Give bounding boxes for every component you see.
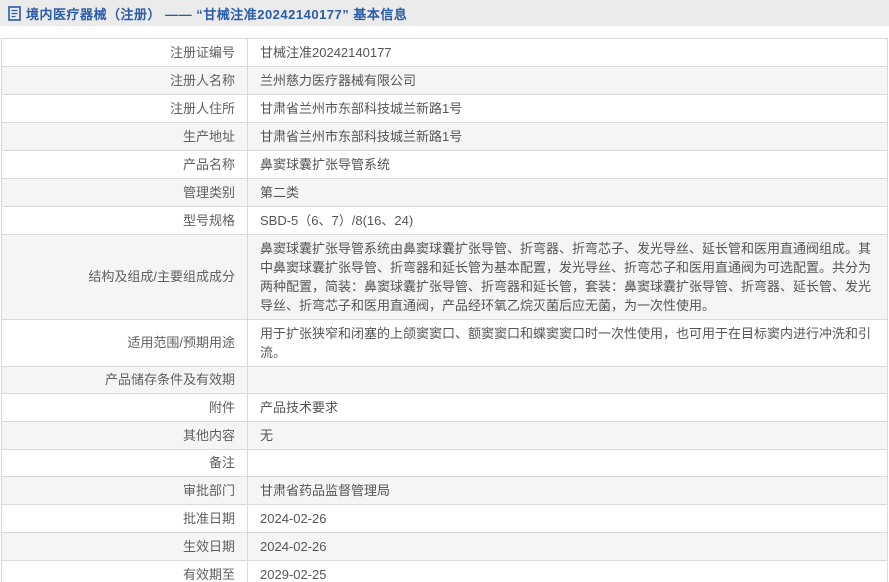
row-label: 有效期至	[2, 561, 248, 582]
row-label: 产品名称	[2, 151, 248, 179]
row-label: 生产地址	[2, 123, 248, 151]
table-row: 注册人住所 甘肃省兰州市东部科技城兰新路1号	[2, 95, 888, 123]
row-label: 适用范围/预期用途	[2, 320, 248, 367]
row-label: 注册人名称	[2, 67, 248, 95]
row-value: 2024-02-26	[248, 533, 888, 561]
row-value: 鼻窦球囊扩张导管系统由鼻窦球囊扩张导管、折弯器、折弯芯子、发光导丝、延长管和医用…	[248, 235, 888, 320]
row-label: 生效日期	[2, 533, 248, 561]
row-label: 审批部门	[2, 477, 248, 505]
row-value: 甘械注准20242140177	[248, 39, 888, 67]
table-row: 其他内容 无	[2, 422, 888, 450]
row-label: 备注	[2, 450, 248, 477]
row-value: 无	[248, 422, 888, 450]
table-row: 审批部门 甘肃省药品监督管理局	[2, 477, 888, 505]
row-value	[248, 367, 888, 394]
document-icon	[8, 6, 21, 21]
table-row: 结构及组成/主要组成成分 鼻窦球囊扩张导管系统由鼻窦球囊扩张导管、折弯器、折弯芯…	[2, 235, 888, 320]
row-label: 其他内容	[2, 422, 248, 450]
page-header: 境内医疗器械（注册） —— “甘械注准20242140177” 基本信息	[0, 0, 889, 26]
table-row: 型号规格 SBD-5（6、7）/8(16、24)	[2, 207, 888, 235]
page-title: 境内医疗器械（注册） —— “甘械注准20242140177” 基本信息	[26, 4, 407, 23]
row-value: 鼻窦球囊扩张导管系统	[248, 151, 888, 179]
table-row: 有效期至 2029-02-25	[2, 561, 888, 582]
row-label: 管理类别	[2, 179, 248, 207]
table-row: 产品名称 鼻窦球囊扩张导管系统	[2, 151, 888, 179]
table-row: 注册人名称 兰州慈力医疗器械有限公司	[2, 67, 888, 95]
row-label: 注册证编号	[2, 39, 248, 67]
row-label: 结构及组成/主要组成成分	[2, 235, 248, 320]
table-row: 备注	[2, 450, 888, 477]
row-label: 附件	[2, 394, 248, 422]
row-value: 产品技术要求	[248, 394, 888, 422]
row-value: 甘肃省兰州市东部科技城兰新路1号	[248, 123, 888, 151]
row-value	[248, 450, 888, 477]
table-row: 生效日期 2024-02-26	[2, 533, 888, 561]
row-value: 第二类	[248, 179, 888, 207]
row-value: 2024-02-26	[248, 505, 888, 533]
row-value: SBD-5（6、7）/8(16、24)	[248, 207, 888, 235]
row-label: 型号规格	[2, 207, 248, 235]
table-row: 附件 产品技术要求	[2, 394, 888, 422]
table-row: 注册证编号 甘械注准20242140177	[2, 39, 888, 67]
table-row: 产品储存条件及有效期	[2, 367, 888, 394]
row-value: 2029-02-25	[248, 561, 888, 582]
row-value: 兰州慈力医疗器械有限公司	[248, 67, 888, 95]
row-value: 甘肃省兰州市东部科技城兰新路1号	[248, 95, 888, 123]
row-value: 甘肃省药品监督管理局	[248, 477, 888, 505]
row-label: 产品储存条件及有效期	[2, 367, 248, 394]
row-label: 批准日期	[2, 505, 248, 533]
table-row: 管理类别 第二类	[2, 179, 888, 207]
info-table: 注册证编号 甘械注准20242140177 注册人名称 兰州慈力医疗器械有限公司…	[1, 38, 888, 582]
table-row: 生产地址 甘肃省兰州市东部科技城兰新路1号	[2, 123, 888, 151]
table-row: 批准日期 2024-02-26	[2, 505, 888, 533]
row-label: 注册人住所	[2, 95, 248, 123]
table-row: 适用范围/预期用途 用于扩张狭窄和闭塞的上颌窦窦口、额窦窦口和蝶窦窦口时一次性使…	[2, 320, 888, 367]
row-value: 用于扩张狭窄和闭塞的上颌窦窦口、额窦窦口和蝶窦窦口时一次性使用，也可用于在目标窦…	[248, 320, 888, 367]
